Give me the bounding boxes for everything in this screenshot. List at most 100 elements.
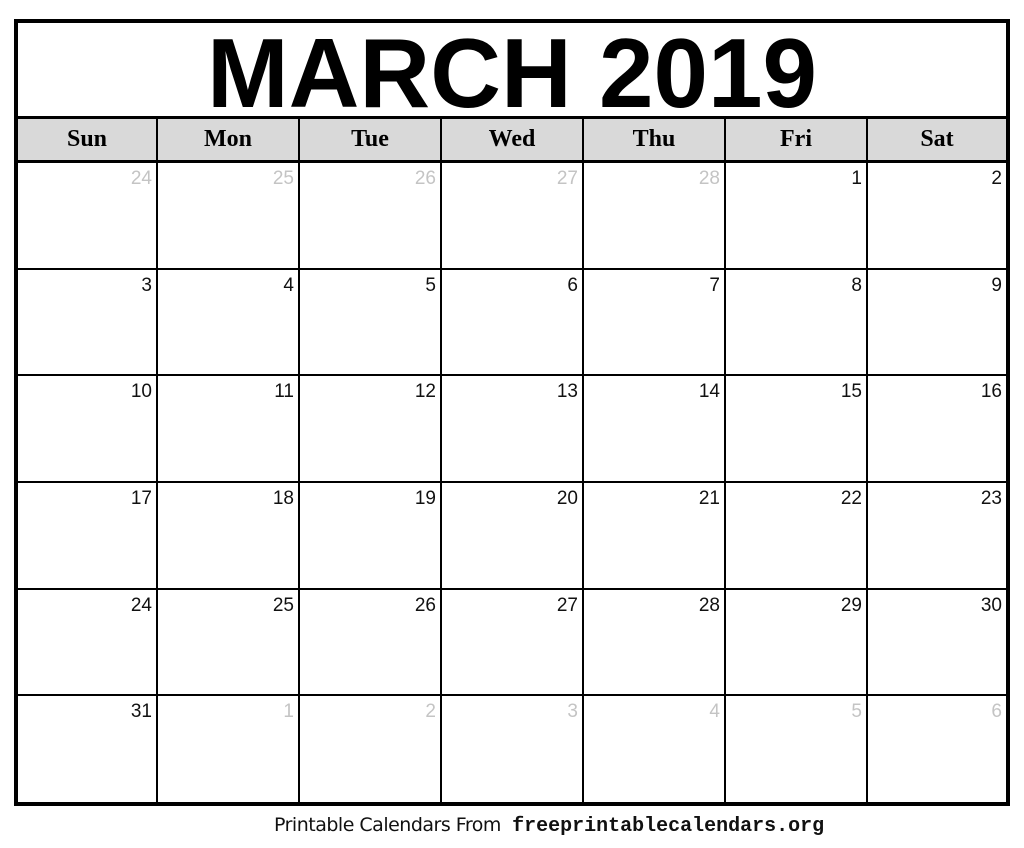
weekday-wed: Wed	[442, 119, 584, 160]
day-number: 12	[414, 381, 436, 403]
day-number: 2	[991, 168, 1002, 189]
weekday-tue: Tue	[300, 119, 442, 160]
weekday-thu: Thu	[584, 119, 726, 160]
day-number: 1	[851, 168, 862, 189]
day-cell[interactable]: 8	[726, 269, 868, 375]
day-cell-other-month[interactable]: 5	[726, 696, 868, 803]
day-number: 8	[851, 274, 862, 296]
day-cell[interactable]: 16	[868, 376, 1006, 481]
day-number: 18	[272, 487, 294, 509]
day-number: 24	[130, 168, 152, 189]
day-number: 13	[556, 381, 578, 403]
day-number: 14	[698, 381, 720, 403]
day-number: 20	[556, 487, 578, 509]
day-number: 15	[840, 381, 862, 403]
day-number: 25	[272, 168, 294, 189]
day-cell[interactable]: 1	[726, 163, 868, 268]
day-number: 19	[414, 487, 436, 509]
day-number: 23	[980, 487, 1002, 509]
calendar-grid: 24 25 26 27 28 1 2 3 4 5 6 7 8 9 10 11 12 13 14 15 16 17 18 19 2…	[18, 163, 1006, 803]
day-cell[interactable]: 18	[158, 482, 300, 588]
day-cell[interactable]: 21	[584, 482, 726, 588]
week-row: 17 18 19 20 21 22 23	[18, 482, 1006, 590]
day-number: 26	[414, 594, 436, 616]
footer-credit: Printable Calendars From freeprintableca…	[274, 812, 824, 838]
day-number: 6	[567, 274, 578, 296]
day-number: 7	[709, 274, 720, 296]
day-cell[interactable]: 19	[300, 482, 442, 588]
day-cell[interactable]: 22	[726, 482, 868, 588]
day-cell[interactable]: 15	[726, 376, 868, 481]
day-cell[interactable]: 14	[584, 376, 726, 481]
day-cell[interactable]: 4	[158, 269, 300, 375]
day-number: 5	[851, 701, 862, 723]
day-cell-other-month[interactable]: 26	[300, 163, 442, 268]
calendar-title: MARCH 2019	[18, 23, 1006, 122]
day-cell-other-month[interactable]: 1	[158, 696, 300, 803]
day-cell-other-month[interactable]: 3	[442, 696, 584, 803]
day-number: 10	[130, 381, 152, 403]
day-number: 6	[991, 701, 1002, 723]
day-cell[interactable]: 12	[300, 376, 442, 481]
week-row: 10 11 12 13 14 15 16	[18, 376, 1006, 483]
day-cell[interactable]: 6	[442, 269, 584, 375]
day-cell-other-month[interactable]: 2	[300, 696, 442, 803]
day-number: 11	[274, 381, 294, 403]
day-cell[interactable]: 27	[442, 589, 584, 695]
day-cell-other-month[interactable]: 25	[158, 163, 300, 268]
day-number: 26	[414, 168, 436, 189]
day-number: 29	[840, 594, 862, 616]
day-cell[interactable]: 29	[726, 589, 868, 695]
day-number: 21	[698, 487, 720, 509]
calendar: MARCH 2019 Sun Mon Tue Wed Thu Fri Sat 2…	[14, 19, 1010, 806]
day-number: 4	[709, 701, 720, 723]
day-number: 3	[567, 701, 578, 723]
day-number: 22	[840, 487, 862, 509]
day-number: 31	[130, 701, 152, 723]
weekday-sun: Sun	[18, 119, 158, 160]
day-cell-other-month[interactable]: 24	[18, 163, 158, 268]
week-row: 31 1 2 3 4 5 6	[18, 696, 1006, 803]
day-cell[interactable]: 25	[158, 589, 300, 695]
footer-url-link[interactable]: freeprintablecalendars.org	[512, 815, 824, 838]
day-cell[interactable]: 5	[300, 269, 442, 375]
day-cell-other-month[interactable]: 6	[868, 696, 1006, 803]
day-number: 4	[283, 274, 294, 296]
day-number: 25	[272, 594, 294, 616]
footer-label: Printable Calendars From	[274, 814, 501, 836]
day-cell[interactable]: 3	[18, 269, 158, 375]
day-cell[interactable]: 28	[584, 589, 726, 695]
day-number: 24	[130, 594, 152, 616]
day-number: 5	[425, 274, 436, 296]
week-row: 24 25 26 27 28 1 2	[18, 163, 1006, 270]
day-cell[interactable]: 7	[584, 269, 726, 375]
day-cell[interactable]: 10	[18, 376, 158, 481]
day-number: 16	[980, 381, 1002, 403]
day-cell[interactable]: 20	[442, 482, 584, 588]
day-number: 27	[556, 168, 578, 189]
day-number: 2	[425, 701, 436, 723]
day-number: 27	[556, 594, 578, 616]
day-cell[interactable]: 17	[18, 482, 158, 588]
weekday-sat: Sat	[920, 126, 954, 152]
day-cell[interactable]: 24	[18, 589, 158, 695]
day-number: 3	[141, 274, 152, 296]
day-cell-other-month[interactable]: 28	[584, 163, 726, 268]
day-cell[interactable]: 30	[868, 590, 1006, 695]
day-number: 17	[130, 487, 152, 509]
day-cell[interactable]: 23	[868, 483, 1006, 588]
day-cell-other-month[interactable]: 4	[584, 696, 726, 803]
day-cell[interactable]: 31	[18, 696, 158, 803]
day-cell[interactable]: 13	[442, 376, 584, 481]
weekday-header-row: Sun Mon Tue Wed Thu Fri Sat	[18, 119, 1006, 163]
day-cell[interactable]: 2	[868, 163, 1006, 268]
day-cell[interactable]: 26	[300, 589, 442, 695]
day-number: 28	[698, 594, 720, 616]
day-number: 1	[283, 701, 294, 723]
day-cell-other-month[interactable]: 27	[442, 163, 584, 268]
day-cell[interactable]: 11	[158, 376, 300, 481]
day-number: 28	[698, 168, 720, 189]
weekday-mon: Mon	[158, 119, 300, 160]
day-cell[interactable]: 9	[868, 270, 1006, 375]
weekday-fri: Fri	[726, 119, 868, 160]
